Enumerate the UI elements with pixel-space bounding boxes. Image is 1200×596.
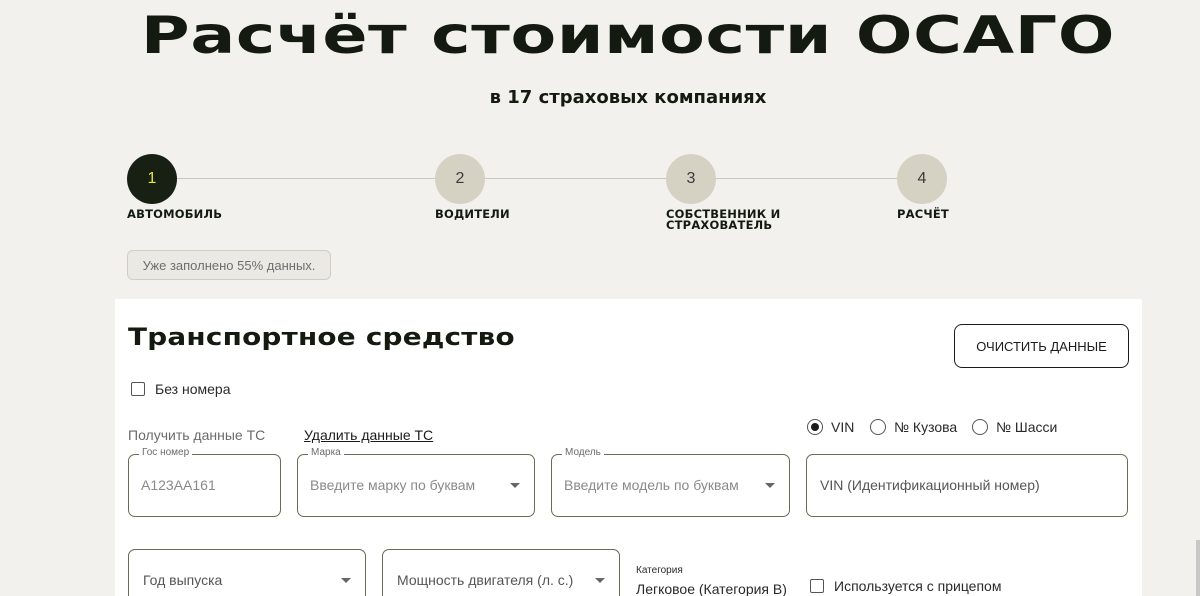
radio-selected-dot [811, 423, 819, 431]
power-select[interactable]: Мощность двигателя (л. с.) [382, 549, 620, 596]
year-placeholder: Год выпуска [143, 572, 223, 588]
radio-vin[interactable]: VIN [807, 419, 854, 435]
delete-vehicle-data-link[interactable]: Удалить данные ТС [304, 427, 433, 443]
trailer-checkbox[interactable] [810, 579, 824, 593]
no-plate-checkbox-row[interactable]: Без номера [131, 381, 230, 397]
step-2-circle[interactable]: 2 [435, 154, 485, 204]
section-title: Транспортное средство [128, 323, 515, 351]
clear-data-button[interactable]: ОЧИСТИТЬ ДАННЫЕ [954, 324, 1129, 368]
vin-placeholder: VIN (Идентификационный номер) [820, 477, 1040, 493]
year-select[interactable]: Год выпуска [128, 549, 366, 596]
brand-select[interactable]: Марка Введите марку по буквам [297, 447, 535, 517]
radio-chassis-number[interactable]: № Шасси [972, 419, 1057, 435]
trailer-checkbox-row[interactable]: Используется с прицепом [810, 578, 1001, 594]
step-3-circle[interactable]: 3 [666, 154, 716, 204]
page-title: Расчёт стоимости ОСАГО [140, 6, 1116, 66]
model-select[interactable]: Модель Введите модель по буквам [551, 447, 790, 517]
stepper-line [177, 178, 897, 179]
chevron-down-icon[interactable] [595, 578, 605, 583]
category-value[interactable]: Легковое (Категория B) [636, 581, 787, 596]
step-2-label: ВОДИТЕЛИ [435, 207, 510, 221]
step-4-circle[interactable]: 4 [897, 154, 947, 204]
page-subtitle: в 17 страховых компаниях [489, 87, 767, 108]
vehicle-form-card: Транспортное средство ОЧИСТИТЬ ДАННЫЕ Бе… [115, 299, 1142, 596]
step-1-circle[interactable]: 1 [127, 154, 177, 204]
plate-field[interactable]: Гос номер А123АА161 [128, 447, 281, 517]
plate-legend: Гос номер [139, 447, 193, 458]
chevron-down-icon[interactable] [510, 483, 520, 488]
radio-chassis-label: № Шасси [996, 419, 1058, 435]
no-plate-label: Без номера [155, 381, 231, 397]
category-label: Категория [636, 565, 683, 576]
get-vehicle-data-label[interactable]: Получить данные ТС [128, 427, 265, 443]
step-3-label-line2: СТРАХОВАТЕЛЬ [666, 218, 773, 232]
radio-body-number[interactable]: № Кузова [870, 419, 957, 435]
radio-body-label: № Кузова [894, 419, 958, 435]
model-placeholder: Введите модель по буквам [564, 477, 739, 493]
brand-legend: Марка [308, 447, 344, 458]
chevron-down-icon[interactable] [765, 483, 775, 488]
step-1-label: АВТОМОБИЛЬ [127, 207, 223, 221]
trailer-label: Используется с прицепом [834, 578, 1002, 594]
step-4-label: РАСЧЁТ [897, 207, 949, 221]
no-plate-checkbox[interactable] [131, 382, 145, 396]
step-3-label: СОБСТВЕННИК И СТРАХОВАТЕЛЬ [666, 208, 780, 232]
brand-placeholder: Введите марку по буквам [310, 477, 476, 493]
progress-badge: Уже заполнено 55% данных. [127, 250, 331, 280]
chevron-down-icon[interactable] [341, 578, 351, 583]
plate-placeholder: А123АА161 [141, 477, 216, 493]
radio-vin-control[interactable] [807, 419, 823, 435]
radio-vin-label: VIN [831, 419, 855, 435]
power-placeholder: Мощность двигателя (л. с.) [397, 572, 574, 588]
model-legend: Модель [562, 447, 604, 458]
radio-chassis-control[interactable] [972, 419, 988, 435]
radio-body-control[interactable] [870, 419, 886, 435]
scrollbar[interactable] [1196, 540, 1200, 596]
vin-field[interactable]: VIN (Идентификационный номер) [806, 454, 1128, 517]
